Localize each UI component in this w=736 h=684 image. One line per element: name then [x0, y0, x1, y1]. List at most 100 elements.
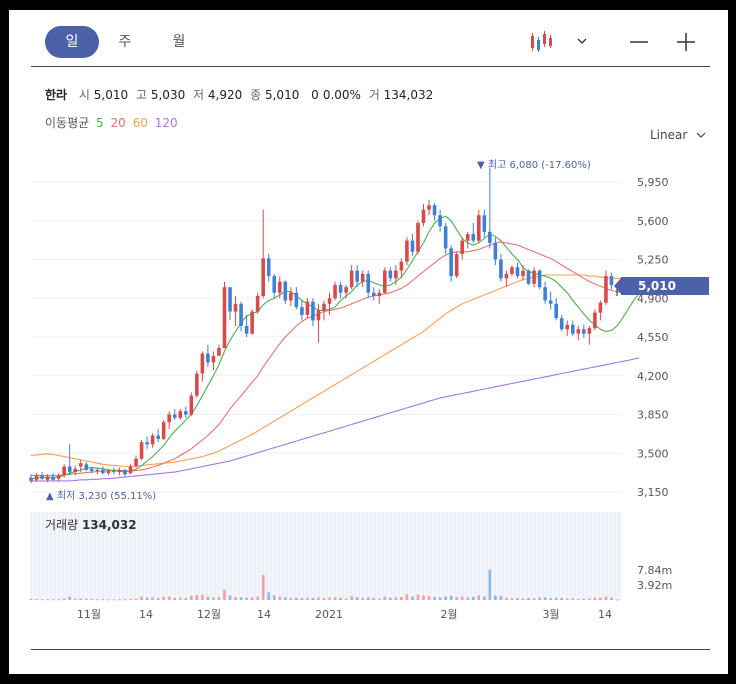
candle-body — [338, 284, 343, 293]
candle-body — [195, 373, 199, 396]
candle-body — [416, 222, 420, 252]
volume-bar — [306, 597, 309, 600]
volume-bar — [538, 597, 541, 600]
candle-body — [515, 267, 520, 277]
candle-body — [432, 205, 437, 216]
price-tick-label: 5,600 — [637, 215, 669, 228]
candle-body — [333, 284, 337, 299]
volume-bar — [73, 598, 77, 600]
volume-bar — [510, 598, 514, 600]
candle-body — [598, 302, 603, 313]
x-tick-label: 2월 — [440, 608, 457, 621]
candle-body — [123, 469, 127, 475]
volume-bar — [212, 597, 215, 600]
candle-body — [399, 261, 404, 271]
candle-body — [29, 477, 33, 481]
candle-body — [582, 329, 586, 334]
x-tick-label: 2021 — [315, 608, 343, 621]
candle-body — [510, 267, 514, 274]
price-tick-label: 4,200 — [637, 370, 669, 383]
volume-bar — [284, 597, 287, 600]
x-tick-label: 14 — [139, 608, 153, 621]
candle-body — [565, 324, 570, 330]
volume-bar — [68, 596, 71, 600]
candle-body — [266, 258, 271, 277]
candle-body — [593, 312, 597, 329]
candle-body — [78, 463, 83, 467]
volume-bar — [355, 597, 359, 600]
volume-bar — [311, 598, 315, 600]
candle-body — [178, 411, 183, 418]
candle-body — [576, 329, 581, 334]
candle-body — [40, 475, 44, 479]
candle-body — [476, 215, 481, 241]
candle-body — [217, 348, 221, 356]
volume-bar — [134, 598, 138, 600]
volume-bar — [422, 595, 425, 600]
volume-bar — [272, 595, 276, 600]
candle-body — [134, 458, 138, 467]
candle-body — [183, 411, 188, 415]
volume-bar — [184, 598, 188, 600]
volume-bar — [593, 597, 597, 600]
candle-body — [211, 355, 216, 363]
volume-bar — [505, 597, 508, 600]
volume-bar — [46, 599, 49, 601]
high-annotation: ▼ 최고 6,080 (-17.60%) — [477, 160, 591, 171]
candle-body — [139, 442, 144, 459]
candle-body — [255, 296, 260, 312]
candle-body — [67, 466, 72, 473]
volume-bar — [295, 597, 298, 600]
volume-bar — [112, 599, 116, 601]
candle-body — [559, 318, 564, 330]
volume-bar — [554, 597, 558, 600]
candle-body — [394, 270, 398, 279]
volume-tick-label: 3.92m — [637, 579, 672, 592]
volume-bar — [344, 598, 348, 600]
volume-bar — [560, 598, 564, 600]
volume-bar — [62, 598, 66, 600]
volume-bar — [339, 598, 342, 600]
candle-body — [554, 303, 558, 319]
volume-bar — [96, 599, 99, 601]
volume-bar — [565, 598, 569, 600]
volume-bar — [361, 597, 364, 600]
candle-body — [244, 325, 249, 334]
volume-panel-label: 거래량 134,032 — [45, 518, 137, 532]
volume-bar — [151, 597, 154, 600]
volume-bar — [107, 599, 110, 601]
volume-bar — [118, 599, 121, 601]
candle-body — [443, 226, 448, 249]
candle-body — [427, 205, 431, 210]
volume-bar — [228, 595, 232, 600]
volume-bar — [123, 599, 127, 601]
price-chart[interactable]: 5,9505,6005,2504,9004,5504,2003,8503,500… — [9, 10, 728, 674]
candle-body — [405, 240, 409, 262]
candle-body — [112, 470, 116, 473]
volume-bar — [90, 599, 94, 601]
candle-body — [570, 324, 575, 334]
candle-body — [51, 476, 55, 480]
volume-bar — [427, 596, 431, 600]
volume-bar — [543, 597, 547, 600]
candle-body — [587, 328, 592, 334]
volume-bar — [156, 598, 160, 600]
volume-bar — [499, 596, 503, 600]
candle-body — [344, 287, 348, 293]
volume-bar — [101, 599, 105, 601]
ma5-line — [30, 215, 640, 480]
candle-body — [161, 422, 166, 439]
volume-bar — [455, 596, 458, 600]
chart-widget: 일 주 월 한라 시 5,010 고 5,030 저 4,920 종 5,010… — [9, 10, 728, 674]
volume-bar — [604, 596, 608, 600]
price-tick-label: 4,550 — [637, 331, 669, 344]
volume-bar — [411, 596, 414, 600]
volume-bar — [140, 596, 143, 600]
volume-bar — [223, 589, 226, 600]
volume-bar — [167, 596, 171, 600]
candle-body — [239, 303, 243, 326]
candle-body — [106, 470, 111, 474]
volume-bar — [521, 598, 525, 600]
candle-body — [449, 248, 453, 277]
volume-bar — [350, 596, 353, 600]
